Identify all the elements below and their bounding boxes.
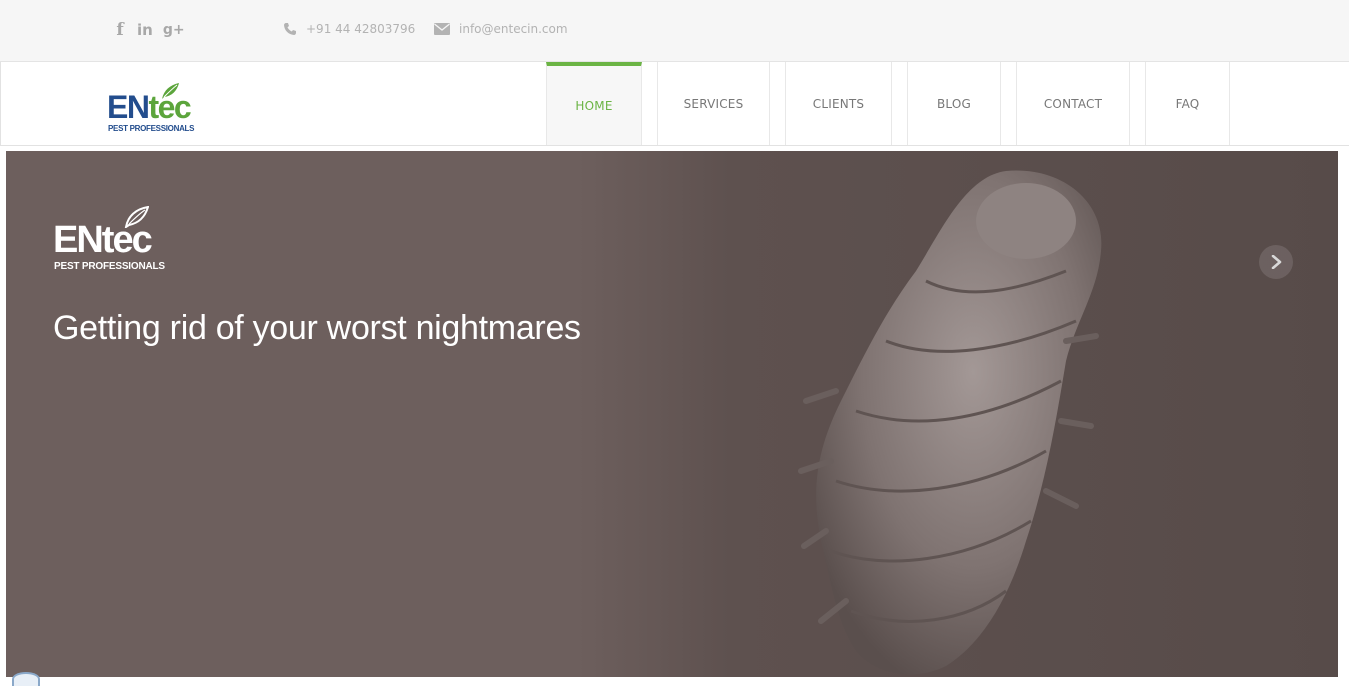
nav-label: HOME xyxy=(575,98,613,113)
hero-logo-wordmark: ENtec xyxy=(53,219,153,261)
phone-contact: +91 44 42803796 xyxy=(283,19,415,39)
email-contact: info@entecin.com xyxy=(434,19,568,39)
nav-item-services[interactable]: SERVICES xyxy=(657,62,770,145)
chat-widget-badge[interactable] xyxy=(12,672,40,686)
nav-label: CLIENTS xyxy=(812,96,865,111)
site-logo[interactable]: ENtec PEST PROFESSIONALS xyxy=(106,80,196,136)
google-plus-icon[interactable]: g+ xyxy=(163,18,185,42)
tardigrade-image xyxy=(798,170,1102,675)
phone-icon xyxy=(284,23,296,35)
hero-logo-text-en: EN xyxy=(53,219,104,261)
linkedin-icon[interactable]: in xyxy=(137,18,153,42)
phone-number[interactable]: +91 44 42803796 xyxy=(306,19,415,39)
logo-wordmark: ENtec xyxy=(107,89,192,125)
hero-headline: Getting rid of your worst nightmares xyxy=(53,309,581,347)
nav-item-blog[interactable]: BLOG xyxy=(907,62,1001,145)
email-address[interactable]: info@entecin.com xyxy=(459,19,568,39)
top-bar: f in g+ +91 44 42803796 info@entecin.com xyxy=(0,0,1349,62)
nav-item-contact[interactable]: CONTACT xyxy=(1016,62,1130,145)
social-links: f in g+ xyxy=(113,18,185,42)
nav-label: FAQ xyxy=(1175,96,1200,111)
nav-label: BLOG xyxy=(936,96,972,111)
nav-item-clients[interactable]: CLIENTS xyxy=(785,62,892,145)
nav-item-faq[interactable]: FAQ xyxy=(1145,62,1230,145)
hero-logo-tagline: PEST PROFESSIONALS xyxy=(54,261,165,272)
nav-label: SERVICES xyxy=(683,96,744,111)
facebook-icon[interactable]: f xyxy=(113,18,127,42)
main-navbar: ENtec PEST PROFESSIONALS HOME SERVICES C… xyxy=(0,62,1349,146)
hero-slider: ENtec PEST PROFESSIONALS Getting rid of … xyxy=(6,151,1338,677)
hero-logo: ENtec PEST PROFESSIONALS xyxy=(53,206,173,276)
envelope-icon xyxy=(434,23,450,35)
chevron-right-icon xyxy=(1271,255,1282,269)
logo-text-tec: tec xyxy=(148,89,191,125)
logo-text-en: EN xyxy=(107,89,150,125)
logo-tagline: PEST PROFESSIONALS xyxy=(108,124,195,133)
hero-logo-text-tec: tec xyxy=(101,219,153,261)
nav-item-home[interactable]: HOME xyxy=(546,62,642,145)
nav-label: CONTACT xyxy=(1043,96,1103,111)
slider-next-button[interactable] xyxy=(1259,245,1293,279)
